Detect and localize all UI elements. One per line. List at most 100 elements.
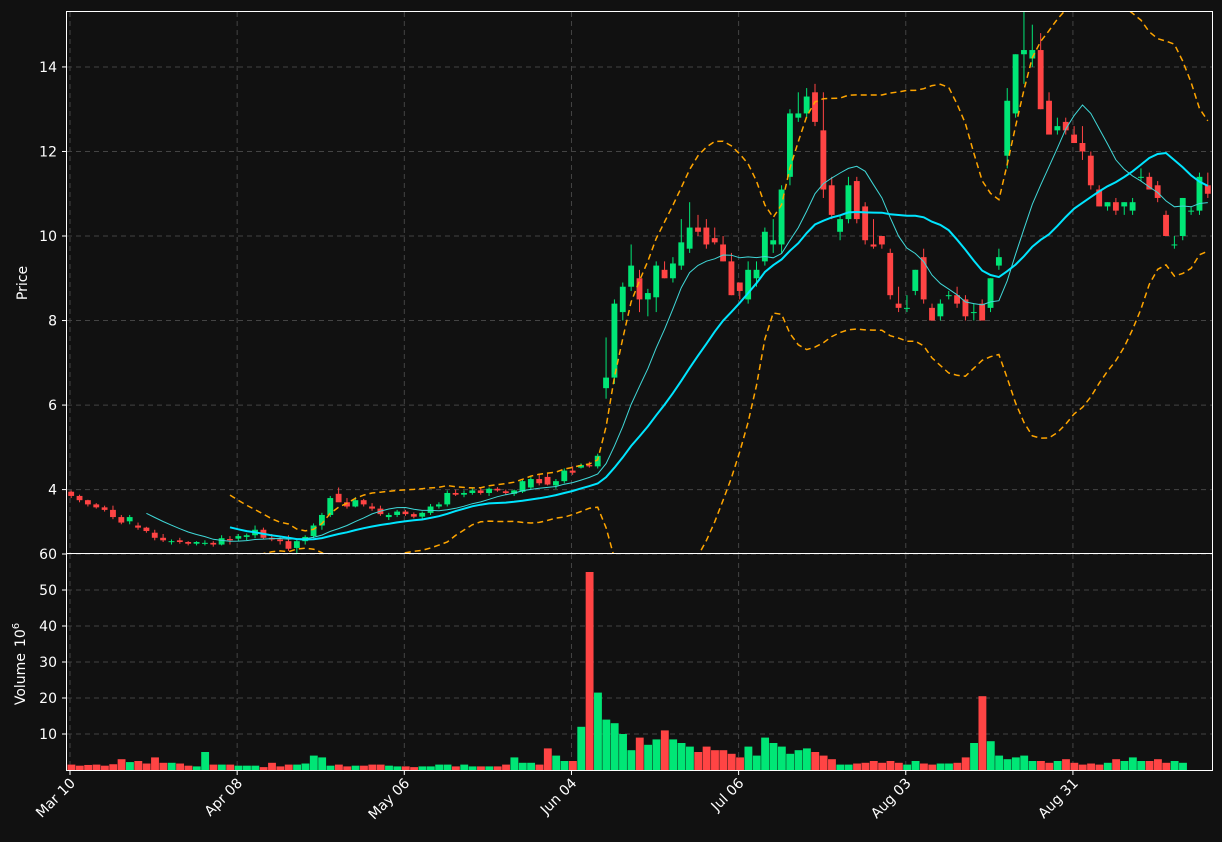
- candle: [979, 299, 986, 321]
- candle-body: [1163, 214, 1169, 237]
- candle-body: [394, 511, 401, 515]
- volume-bar: [660, 730, 669, 770]
- candle-body: [502, 491, 509, 493]
- candle: [402, 509, 409, 516]
- volume-bar: [769, 743, 778, 770]
- candle-body: [1171, 244, 1178, 246]
- volume-bar: [953, 762, 962, 770]
- candle-body: [135, 525, 141, 528]
- volume-bar: [669, 739, 678, 770]
- volume-ytick-label: 30: [39, 655, 57, 671]
- volume-bar: [1003, 759, 1012, 770]
- candle-body: [1021, 50, 1027, 55]
- candle: [603, 337, 609, 399]
- xtick-label: Aug 03: [868, 776, 914, 822]
- xtick-label: Apr 08: [202, 776, 246, 820]
- volume-bar: [627, 750, 636, 770]
- volume-bar: [401, 766, 410, 770]
- candle: [201, 540, 208, 546]
- candle: [1179, 197, 1186, 241]
- candle: [176, 537, 183, 544]
- volume-bar: [301, 763, 310, 770]
- candle: [661, 261, 668, 279]
- volume-bar: [527, 762, 536, 770]
- candle-body: [695, 227, 701, 232]
- volume-bar: [794, 750, 803, 770]
- price-ytick-label: 12: [39, 144, 57, 160]
- candle: [970, 303, 977, 321]
- candle-body: [285, 541, 292, 549]
- candle: [444, 490, 451, 507]
- candle: [611, 299, 618, 384]
- price-overlays: [146, 12, 1209, 553]
- xtick-label: Jul 06: [708, 775, 748, 815]
- price-ytick-label: 4: [48, 483, 57, 499]
- price-y-ticks: 4 6 8 10 12 14: [39, 60, 67, 499]
- candle-body: [644, 293, 651, 300]
- candle: [703, 219, 710, 249]
- candle: [686, 202, 693, 253]
- volume-bar: [1053, 761, 1062, 770]
- volume-bar: [552, 755, 561, 770]
- candle-body: [1112, 202, 1119, 211]
- volume-bar: [1128, 757, 1137, 770]
- candle-body: [569, 470, 576, 473]
- candle-body: [1079, 143, 1086, 152]
- candle-body: [402, 511, 409, 515]
- volume-bar: [134, 761, 143, 770]
- volume-bar: [1078, 764, 1087, 770]
- candle-body: [143, 527, 150, 532]
- candle: [168, 539, 175, 545]
- volume-bar: [334, 764, 343, 770]
- candle-body: [1071, 134, 1078, 144]
- candle: [310, 523, 317, 539]
- volume-bar: [1036, 761, 1045, 770]
- candle-body: [703, 227, 710, 245]
- candle: [904, 295, 910, 313]
- candle-body: [385, 514, 392, 518]
- volume-bar: [226, 764, 235, 770]
- lower-band-line: [262, 250, 1209, 553]
- candle-body: [1188, 210, 1195, 212]
- candle: [1171, 236, 1178, 249]
- volume-bar: [268, 762, 276, 770]
- volume-bar: [594, 692, 602, 770]
- candle-body: [920, 257, 927, 300]
- candle: [1129, 197, 1136, 215]
- candle: [887, 248, 894, 300]
- volume-axis-title: Volume106: [11, 623, 29, 705]
- candle-body: [753, 269, 760, 279]
- candle-body: [1179, 197, 1186, 237]
- candle-body: [887, 252, 894, 296]
- candle: [160, 533, 167, 543]
- candle-body: [293, 541, 300, 548]
- volume-bar: [535, 764, 544, 770]
- candle: [486, 487, 492, 496]
- candle-body: [929, 307, 935, 321]
- volume-bar: [376, 764, 385, 770]
- candle: [845, 176, 852, 224]
- volume-bar: [109, 764, 118, 770]
- candle: [561, 468, 568, 484]
- candle-body: [486, 488, 492, 493]
- volume-bar: [510, 757, 519, 770]
- candle: [185, 541, 192, 546]
- volume-bar: [276, 766, 285, 770]
- candle-body: [218, 538, 225, 545]
- volume-bar: [928, 764, 937, 770]
- candle: [126, 514, 133, 525]
- candle-body: [895, 303, 902, 308]
- candle-body: [1046, 100, 1052, 135]
- candle-body: [360, 500, 367, 505]
- volume-bar: [251, 765, 260, 770]
- volume-bar: [1045, 762, 1054, 770]
- volume-bar: [1028, 761, 1037, 770]
- volume-bar: [761, 737, 770, 770]
- candle-body: [126, 517, 133, 522]
- candle: [1071, 126, 1078, 144]
- volume-bar: [1087, 763, 1095, 770]
- xtick-label: Mar 10: [33, 776, 79, 822]
- candle-body: [661, 269, 668, 279]
- fast-ma-line: [146, 104, 1208, 542]
- candle-body: [1129, 202, 1136, 211]
